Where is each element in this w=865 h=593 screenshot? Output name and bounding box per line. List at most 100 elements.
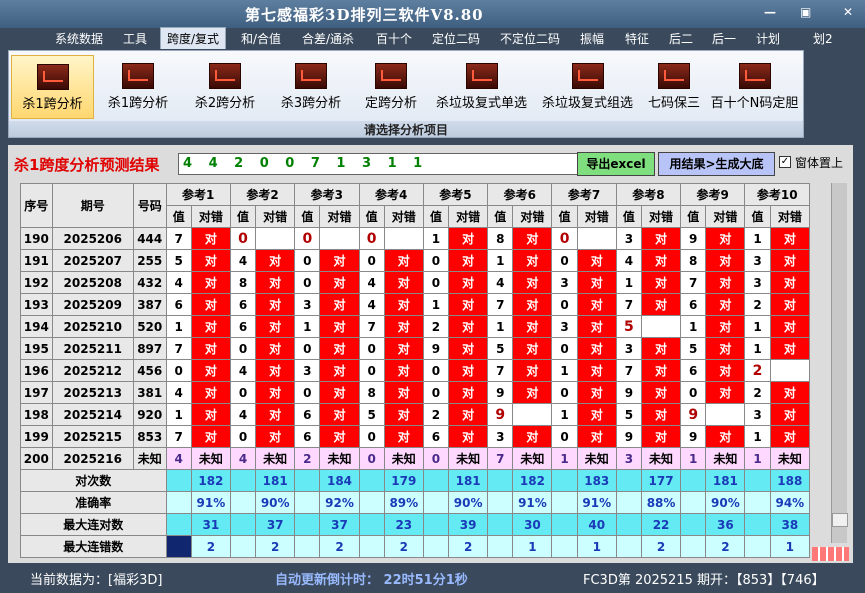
chart-icon	[122, 63, 154, 89]
menu-last-one[interactable]: 后一	[712, 30, 736, 47]
cell-right-wrong: 对	[770, 228, 809, 249]
table-row[interactable]: 194 2025210 520 1 对 6 对 1 对 7 对 2 对 1 对 3 对 5 1 对 1 对	[21, 316, 809, 337]
menu-unposition-two[interactable]: 不定位二码	[500, 30, 560, 47]
cell-code: 520	[133, 316, 166, 337]
topmost-checkbox[interactable]: ✓	[779, 156, 791, 168]
ribbon-btn-seven-code[interactable]: 七码保三	[642, 55, 706, 119]
subheader-value: 值	[552, 206, 577, 227]
cell-seq: 199	[21, 426, 52, 447]
close-icon[interactable]: ✕	[843, 5, 853, 19]
cell-right-wrong	[706, 404, 745, 425]
ribbon-btn-kill3-span[interactable]: 杀3跨分析	[273, 55, 349, 119]
menu-tools[interactable]: 工具	[123, 30, 147, 47]
cell-value: 0	[230, 228, 256, 249]
stats-value: 1	[770, 536, 809, 557]
ribbon-btn-kill2-span[interactable]: 杀2跨分析	[187, 55, 263, 119]
header-row: 序号 期号 号码 参考1 参考2 参考3 参考4 参考5 参考6 参考7 参考8 参考9 参考10	[21, 184, 809, 227]
stats-blank	[359, 470, 384, 491]
stats-blank	[552, 492, 577, 513]
cell-right-wrong: 对	[384, 272, 423, 293]
table-row[interactable]: 195 2025211 897 7 对 0 对 0 对 0 对 9 对 5 对 0 对 3 对 5 对 1 对	[21, 338, 809, 359]
menu-hundreds-tens-units[interactable]: 百十个	[376, 30, 412, 47]
menu-position-two[interactable]: 定位二码	[432, 30, 480, 47]
minimize-icon[interactable]: —	[764, 5, 776, 19]
stats-value: 182	[191, 470, 230, 491]
vertical-scrollbar[interactable]	[831, 183, 848, 543]
menu-last-two[interactable]: 后二	[669, 30, 693, 47]
cell-right-wrong: 对	[770, 426, 809, 447]
ribbon-btn-junk-group[interactable]: 杀垃圾复式组选	[536, 55, 639, 119]
prediction-row[interactable]: 200 2025216 未知 4 未知 4 未知 2 未知 0 未知 0 未知 7 未知 1 未知 3 未知 1 未知 1…	[21, 448, 809, 469]
stats-value: 31	[191, 514, 230, 535]
table-row[interactable]: 197 2025213 381 4 对 0 对 0 对 8 对 0 对 9 对 0 对 9 对 0 对 2 对	[21, 382, 809, 403]
progress-indicator	[812, 547, 849, 561]
stats-blank	[166, 470, 191, 491]
table-row[interactable]: 193 2025209 387 6 对 6 对 3 对 4 对 1 对 7 对 0 对 7 对 6 对 2 对	[21, 294, 809, 315]
scrollbar-thumb[interactable]	[832, 513, 848, 527]
cell-right-wrong: 对	[513, 272, 552, 293]
stats-label: 准确率	[21, 492, 166, 513]
menu-span-compound[interactable]: 跨度/复式	[160, 27, 227, 49]
header-ref: 参考10	[745, 184, 809, 205]
menu-feature[interactable]: 特征	[625, 30, 649, 47]
ribbon-btn-fixed-span[interactable]: 定跨分析	[356, 55, 426, 119]
menu-more[interactable]: 划2	[813, 30, 833, 47]
stats-value: 2	[256, 536, 295, 557]
export-excel-button[interactable]: 导出excel	[577, 152, 655, 176]
header-ref: 参考5	[423, 184, 488, 205]
menu-diff-kill[interactable]: 合差/通杀	[302, 30, 354, 47]
table-row[interactable]: 199 2025215 853 7 对 0 对 6 对 0 对 6 对 3 对 0 对 9 对 9 对 1 对	[21, 426, 809, 447]
stats-label: 最大连错数	[21, 536, 166, 557]
status-countdown: 自动更新倒计时： 22时51分1秒	[275, 573, 468, 588]
table-row[interactable]: 192 2025208 432 4 对 8 对 0 对 4 对 0 对 4 对 3 对 1 对 7 对 3 对	[21, 272, 809, 293]
stats-row: 最大连错数 2 2 2 2 2 1 1 2 2 1	[21, 536, 809, 557]
ribbon-btn-n-code[interactable]: 百十个N码定胆	[708, 55, 801, 119]
cell-right-wrong: 对	[320, 294, 359, 315]
cell-value: 3	[616, 228, 642, 249]
restore-icon[interactable]: ▣	[800, 5, 811, 19]
ribbon-btn-kill1-span-selected[interactable]: 杀1跨分析	[11, 55, 94, 119]
cell-value: 0	[423, 272, 449, 293]
cell-right-wrong: 对	[384, 316, 423, 337]
cell-value: 7	[166, 338, 191, 359]
ribbon-btn-junk-single[interactable]: 杀垃圾复式单选	[430, 55, 533, 119]
stats-blank	[166, 536, 191, 557]
cell-right-wrong: 对	[513, 316, 552, 337]
stats-value: 94%	[770, 492, 809, 513]
cell-value: 0	[359, 426, 384, 447]
subheader-right-wrong: 对错	[706, 206, 745, 227]
cell-right-wrong	[770, 360, 809, 381]
subheader-value: 值	[423, 206, 449, 227]
stats-value: 183	[577, 470, 616, 491]
status-latest-draw: FC3D第 2025215 期开：【853】【746】	[583, 573, 825, 588]
ribbon-btn-kill1-span[interactable]: 杀1跨分析	[100, 55, 176, 119]
menu-plan[interactable]: 计划	[756, 30, 780, 47]
stats-value: 90%	[256, 492, 295, 513]
stats-value: 23	[384, 514, 423, 535]
cell-right-wrong: 对	[706, 426, 745, 447]
stats-value: 39	[449, 514, 488, 535]
cell-value: 2	[745, 360, 770, 381]
subheader-right-wrong: 对错	[642, 206, 681, 227]
menu-amplitude[interactable]: 振幅	[580, 30, 604, 47]
subheader-value: 值	[745, 206, 770, 227]
cell-value: 7	[681, 272, 706, 293]
cell-value: 6	[295, 426, 320, 447]
generate-base-button[interactable]: 用结果>生成大底	[658, 152, 775, 176]
menu-sum[interactable]: 和/合值	[241, 30, 281, 47]
cell-period: 2025215	[52, 426, 133, 447]
stats-value: 22	[642, 514, 681, 535]
table-row[interactable]: 198 2025214 920 1 对 4 对 6 对 5 对 2 对 9 1 对 5 对 9 3 对	[21, 404, 809, 425]
cell-right-wrong: 对	[770, 404, 809, 425]
cell-right-wrong: 对	[449, 272, 488, 293]
cell-value: 1	[552, 448, 577, 469]
menu-system-data[interactable]: 系统数据	[55, 30, 103, 47]
cell-right-wrong: 对	[513, 360, 552, 381]
table-row[interactable]: 196 2025212 456 0 对 4 对 3 对 0 对 0 对 7 对 1 对 7 对 6 对 2	[21, 360, 809, 381]
stats-blank	[745, 470, 770, 491]
stats-value: 2	[384, 536, 423, 557]
cell-value: 4	[616, 250, 642, 271]
table-row[interactable]: 191 2025207 255 5 对 4 对 0 对 0 对 0 对 1 对 0 对 4 对 8 对 3 对	[21, 250, 809, 271]
table-row[interactable]: 190 2025206 444 7 对 0 0 0 1 对 8 对 0 3 对 9 对 1 对	[21, 228, 809, 249]
result-field[interactable]: 4 4 2 0 0 7 1 3 1 1	[178, 153, 584, 175]
